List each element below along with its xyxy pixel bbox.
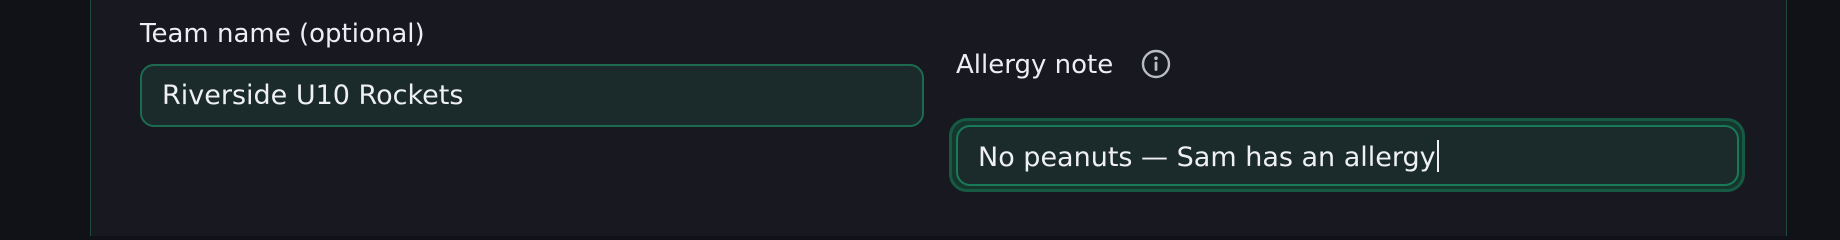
team-name-label: Team name (optional) <box>140 19 425 49</box>
page: Team name (optional) Riverside U10 Rocke… <box>0 0 1840 236</box>
team-name-value: Riverside U10 Rockets <box>162 80 464 111</box>
allergy-note-label: Allergy note <box>956 50 1114 80</box>
team-name-input[interactable]: Riverside U10 Rockets <box>140 64 924 127</box>
text-caret <box>1436 140 1439 172</box>
allergy-note-input[interactable]: No peanuts — Sam has an allergy <box>956 125 1739 186</box>
allergy-note-value: No peanuts — Sam has an allergy <box>978 142 1436 173</box>
info-icon[interactable] <box>1141 49 1171 79</box>
